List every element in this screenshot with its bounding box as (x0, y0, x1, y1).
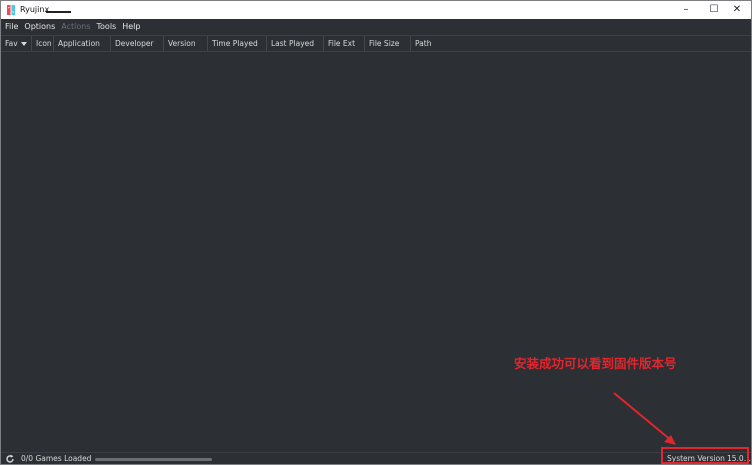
column-label: Path (415, 39, 432, 48)
system-version-highlight-box (661, 447, 749, 464)
menu-tools[interactable]: Tools (97, 19, 117, 35)
column-application[interactable]: Application (54, 36, 111, 51)
games-loaded-text: 0/0 Games Loaded (21, 454, 92, 463)
window-title: Ryujinx (20, 5, 50, 14)
menu-options[interactable]: Options (24, 19, 55, 35)
close-icon: ✕ (732, 4, 742, 15)
game-list[interactable] (1, 52, 751, 452)
column-file-ext[interactable]: File Ext (324, 36, 365, 51)
maximize-icon: ☐ (709, 4, 719, 15)
column-developer[interactable]: Developer (111, 36, 164, 51)
minimize-icon: – (683, 4, 689, 15)
ryujinx-logo-icon (7, 5, 15, 15)
status-bar: 0/0 Games Loaded System Version 15.0.1 (1, 452, 751, 464)
column-version[interactable]: Version (164, 36, 208, 51)
title-bar[interactable]: Ryujinx – ☐ ✕ (1, 1, 751, 19)
column-label: File Size (369, 39, 400, 48)
minimize-button[interactable]: – (672, 1, 700, 19)
column-time-played[interactable]: Time Played (208, 36, 267, 51)
column-label: File Ext (328, 39, 356, 48)
ryujinx-window: Ryujinx – ☐ ✕ File Options Actions Tools… (0, 0, 752, 465)
column-file-size[interactable]: File Size (365, 36, 411, 51)
column-label: Developer (115, 39, 154, 48)
column-label: Icon (36, 39, 52, 48)
column-label: Fav (5, 39, 18, 48)
column-label: Last Played (271, 39, 315, 48)
annotation-text: 安装成功可以看到固件版本号 (514, 356, 677, 371)
sort-down-icon (20, 41, 27, 46)
column-last-played[interactable]: Last Played (267, 36, 324, 51)
game-list-header: Fav Icon Application Developer Version T… (1, 35, 751, 52)
column-icon[interactable]: Icon (32, 36, 54, 51)
title-redaction (46, 11, 71, 13)
column-label: Version (168, 39, 196, 48)
menu-help[interactable]: Help (122, 19, 140, 35)
column-label: Application (58, 39, 100, 48)
menu-bar: File Options Actions Tools Help (1, 19, 751, 35)
menu-file[interactable]: File (5, 19, 18, 35)
close-button[interactable]: ✕ (723, 1, 751, 19)
column-label: Time Played (212, 39, 258, 48)
column-path[interactable]: Path (411, 36, 751, 51)
loading-progress-bar (95, 458, 212, 461)
menu-actions: Actions (61, 22, 91, 31)
refresh-icon[interactable] (5, 454, 15, 464)
column-fav[interactable]: Fav (1, 36, 32, 51)
